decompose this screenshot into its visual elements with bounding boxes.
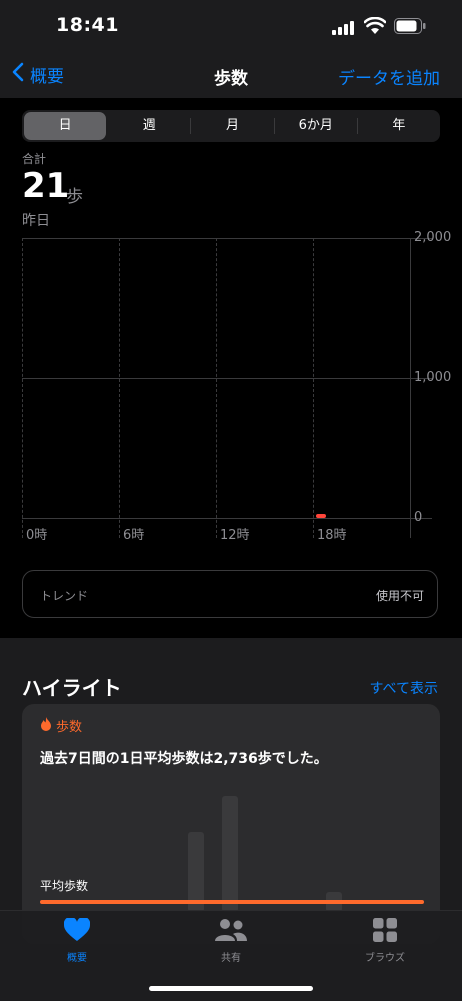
show-all-link[interactable]: すべて表示: [370, 678, 438, 698]
card-category: 歩数: [40, 716, 82, 735]
gridline-mid: [22, 378, 432, 379]
chart-bar[interactable]: [316, 514, 326, 518]
highlights-title: ハイライト: [22, 676, 122, 700]
gridline-12h: [216, 238, 217, 538]
segment-week[interactable]: 週: [108, 110, 190, 142]
card-category-label: 歩数: [56, 720, 83, 735]
signal-icon: [332, 20, 354, 39]
flame-icon: [40, 716, 52, 735]
x-tick-label: 12時: [220, 528, 250, 543]
segment-year[interactable]: 年: [358, 110, 440, 142]
tab-browse[interactable]: ブラウズ: [330, 918, 440, 964]
gridline-6h: [119, 238, 120, 538]
heart-icon: [22, 916, 132, 945]
x-tick-label: 0時: [26, 528, 48, 543]
y-tick-label: 1,000: [414, 370, 452, 385]
add-data-button[interactable]: データを追加: [338, 64, 440, 89]
gridline-18h: [313, 238, 314, 538]
grid-icon: [330, 918, 440, 945]
highlight-bar: [222, 796, 238, 912]
trend-value: 使用不可: [375, 589, 424, 603]
status-time: 18:41: [56, 14, 119, 36]
segment-6-months[interactable]: 6か月: [275, 110, 357, 142]
tab-sharing-label: 共有: [221, 953, 241, 964]
tab-summary[interactable]: 概要: [22, 916, 132, 964]
period-segmented-control: 日 週 月 6か月 年: [22, 110, 440, 142]
home-indicator: [149, 986, 313, 991]
card-message: 過去7日間の1日平均歩数は2,736歩でした。: [40, 751, 328, 767]
tab-summary-label: 概要: [67, 953, 87, 964]
date-label: 昨日: [22, 213, 50, 229]
trend-label: トレンド: [40, 589, 89, 603]
battery-icon: [394, 18, 426, 38]
total-unit: 歩: [66, 187, 83, 207]
tab-sharing[interactable]: 共有: [176, 918, 286, 964]
average-line: [40, 900, 424, 904]
average-label: 平均歩数: [40, 879, 89, 893]
gridline-0h: [22, 238, 23, 538]
x-tick-label: 6時: [123, 528, 145, 543]
total-value: 21: [22, 166, 70, 206]
gridline-24h: [410, 238, 411, 538]
gridline-bottom: [22, 518, 432, 519]
tab-browse-label: ブラウズ: [365, 953, 405, 964]
x-tick-label: 18時: [317, 528, 347, 543]
segment-month[interactable]: 月: [191, 110, 273, 142]
wifi-icon: [363, 16, 387, 39]
gridline-top: [22, 238, 432, 239]
segment-day[interactable]: 日: [24, 112, 107, 140]
y-tick-label: 2,000: [414, 230, 452, 245]
people-icon: [176, 918, 286, 945]
steps-chart[interactable]: [22, 238, 432, 538]
y-tick-label: 0: [414, 510, 423, 525]
total-label: 合計: [22, 152, 47, 166]
